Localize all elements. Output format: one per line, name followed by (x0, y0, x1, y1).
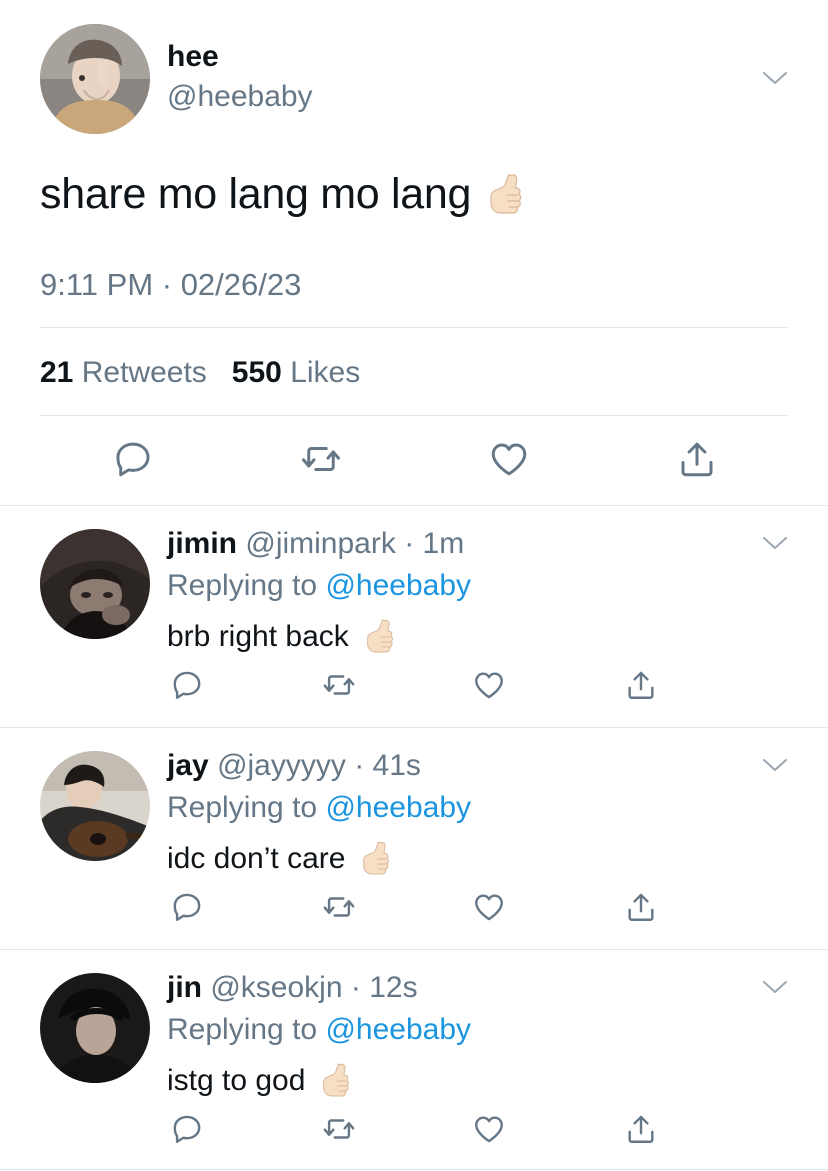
reply-actions (167, 667, 667, 707)
reply-icon (170, 668, 204, 702)
replying-to-label: Replying to (167, 1013, 318, 1046)
like-icon (472, 668, 506, 702)
like-icon (472, 890, 506, 924)
call-me-hand-emoji-icon (317, 1061, 357, 1101)
replying-to: Replying to @heebaby (167, 569, 471, 603)
chevron-down-icon[interactable] (762, 979, 788, 995)
reply-text-row: idc don’t care (167, 839, 397, 879)
reply-text-row: brb right back (167, 617, 401, 657)
replying-to: Replying to @heebaby (167, 1013, 471, 1047)
retweet-icon (300, 438, 342, 480)
tweet-timestamp[interactable]: 9:11 PM · 02/26/23 (40, 267, 301, 303)
reply-meta: jin @kseokjn · 12s (167, 971, 418, 1005)
reply-button[interactable] (169, 667, 205, 703)
tweet-text-row: share mo lang mo lang (40, 170, 531, 219)
like-stat[interactable]: 550 Likes (232, 356, 360, 389)
retweet-icon (322, 890, 356, 924)
display-name[interactable]: jin (167, 971, 202, 1004)
retweet-icon (322, 668, 356, 702)
like-icon (472, 1112, 506, 1146)
reply-icon (112, 438, 154, 480)
reply-actions (167, 1111, 667, 1151)
engagement-stats: 21 Retweets 550 Likes (40, 356, 360, 390)
replying-to-label: Replying to (167, 791, 318, 824)
reply-time: · 12s (350, 971, 418, 1004)
username-handle[interactable]: @jayyyyy (217, 749, 346, 782)
share-icon (624, 890, 658, 924)
avatar[interactable] (40, 751, 150, 861)
reply-time: · 41s (354, 749, 421, 782)
username-handle[interactable]: @jiminpark (245, 527, 395, 560)
retweets-label: Retweets (81, 356, 207, 389)
reply-button[interactable] (169, 889, 205, 925)
avatar[interactable] (40, 973, 150, 1083)
likes-label: Likes (290, 356, 361, 389)
avatar[interactable] (40, 24, 150, 134)
display-name[interactable]: jimin (167, 527, 237, 560)
avatar[interactable] (40, 529, 150, 639)
reply-button[interactable] (169, 1111, 205, 1147)
replying-to-mention-link[interactable]: @heebaby (325, 569, 471, 602)
like-button[interactable] (471, 889, 507, 925)
share-icon (676, 438, 718, 480)
share-icon (624, 1112, 658, 1146)
username-handle[interactable]: @kseokjn (210, 971, 342, 1004)
call-me-hand-emoji-icon (361, 617, 401, 657)
username-handle[interactable]: @heebaby (167, 80, 313, 114)
replying-to-mention-link[interactable]: @heebaby (325, 791, 471, 824)
divider (40, 327, 788, 328)
like-button[interactable] (487, 437, 531, 481)
share-icon (624, 668, 658, 702)
share-button[interactable] (675, 437, 719, 481)
retweets-count: 21 (40, 356, 74, 389)
reply-text: istg to god (167, 1064, 306, 1097)
chevron-down-icon[interactable] (762, 757, 788, 773)
chevron-down-icon[interactable] (762, 70, 788, 86)
tweet-actions (40, 437, 788, 483)
display-name[interactable]: hee (167, 40, 219, 74)
retweet-stat[interactable]: 21 Retweets (40, 356, 207, 389)
reply-actions (167, 889, 667, 929)
divider (0, 1169, 828, 1170)
share-button[interactable] (623, 667, 659, 703)
reply-button[interactable] (111, 437, 155, 481)
reply-tweet[interactable]: jay @jayyyyy · 41s Replying to @heebaby … (0, 727, 828, 949)
reply-meta: jimin @jiminpark · 1m (167, 527, 464, 561)
call-me-hand-emoji-icon (357, 839, 397, 879)
reply-text-row: istg to god (167, 1061, 357, 1101)
retweet-button[interactable] (321, 667, 357, 703)
likes-count: 550 (231, 356, 282, 389)
retweet-button[interactable] (299, 437, 343, 481)
replying-to-label: Replying to (167, 569, 318, 602)
main-tweet: hee @heebaby share mo lang mo lang 9:11 … (0, 0, 828, 505)
reply-meta: jay @jayyyyy · 41s (167, 749, 421, 783)
like-button[interactable] (471, 1111, 507, 1147)
retweet-icon (322, 1112, 356, 1146)
display-name[interactable]: jay (167, 749, 209, 782)
reply-tweet[interactable]: jimin @jiminpark · 1m Replying to @heeba… (0, 505, 828, 727)
like-button[interactable] (471, 667, 507, 703)
reply-text: brb right back (167, 620, 349, 653)
retweet-button[interactable] (321, 889, 357, 925)
like-icon (488, 438, 530, 480)
divider (40, 415, 788, 416)
reply-tweet[interactable]: jin @kseokjn · 12s Replying to @heebaby … (0, 949, 828, 1171)
share-button[interactable] (623, 889, 659, 925)
retweet-button[interactable] (321, 1111, 357, 1147)
reply-icon (170, 890, 204, 924)
reply-icon (170, 1112, 204, 1146)
share-button[interactable] (623, 1111, 659, 1147)
tweet-text: share mo lang mo lang (40, 170, 472, 218)
replying-to-mention-link[interactable]: @heebaby (325, 1013, 471, 1046)
reply-text: idc don’t care (167, 842, 346, 875)
reply-time: · 1m (404, 527, 465, 560)
chevron-down-icon[interactable] (762, 535, 788, 551)
replying-to: Replying to @heebaby (167, 791, 471, 825)
call-me-hand-emoji-icon (483, 171, 531, 219)
